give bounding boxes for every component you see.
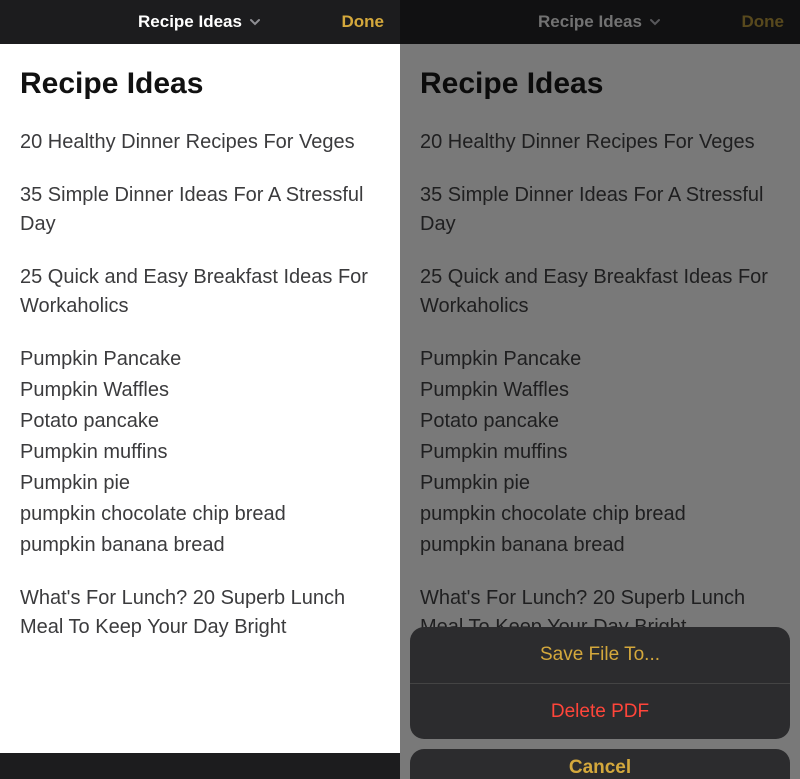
done-button[interactable]: Done (742, 12, 785, 32)
note-title: Recipe Ideas (420, 62, 780, 106)
toolbar (0, 753, 400, 779)
save-file-button[interactable]: Save File To... (410, 627, 790, 683)
note-paragraph: 35 Simple Dinner Ideas For A Stressful D… (420, 181, 780, 239)
list-item: Potato pancake (420, 407, 780, 436)
right-pane: Recipe Ideas Done Recipe Ideas 20 Health… (400, 0, 800, 779)
list-item: Pumpkin Waffles (20, 376, 380, 405)
note-paragraph: 20 Healthy Dinner Recipes For Veges (20, 128, 380, 157)
note-title: Recipe Ideas (20, 62, 380, 106)
chevron-down-icon (248, 15, 262, 29)
action-sheet-group: Save File To... Delete PDF (410, 627, 790, 739)
list-item: Potato pancake (20, 407, 380, 436)
list-item: Pumpkin muffins (20, 438, 380, 467)
nav-title: Recipe Ideas (538, 12, 642, 32)
nav-bar: Recipe Ideas Done (0, 0, 400, 44)
note-paragraph: 20 Healthy Dinner Recipes For Veges (420, 128, 780, 157)
nav-bar: Recipe Ideas Done (400, 0, 800, 44)
list-item: Pumpkin pie (420, 469, 780, 498)
note-list: Pumpkin Pancake Pumpkin Waffles Potato p… (20, 345, 380, 560)
delete-pdf-button[interactable]: Delete PDF (410, 683, 790, 739)
list-item: Pumpkin muffins (420, 438, 780, 467)
left-pane: Recipe Ideas Done Recipe Ideas 20 Health… (0, 0, 400, 779)
list-item: Pumpkin Pancake (420, 345, 780, 374)
list-item: Pumpkin pie (20, 469, 380, 498)
nav-title-dropdown[interactable]: Recipe Ideas (538, 12, 662, 32)
note-list: Pumpkin Pancake Pumpkin Waffles Potato p… (420, 345, 780, 560)
nav-title-dropdown[interactable]: Recipe Ideas (138, 12, 262, 32)
list-item: pumpkin banana bread (20, 531, 380, 560)
note-paragraph: 25 Quick and Easy Breakfast Ideas For Wo… (420, 263, 780, 321)
list-item: Pumpkin Pancake (20, 345, 380, 374)
note-paragraph: 25 Quick and Easy Breakfast Ideas For Wo… (20, 263, 380, 321)
note-paragraph: 35 Simple Dinner Ideas For A Stressful D… (20, 181, 380, 239)
nav-title: Recipe Ideas (138, 12, 242, 32)
note-paragraph: What's For Lunch? 20 Superb Lunch Meal T… (20, 584, 380, 642)
list-item: pumpkin chocolate chip bread (420, 500, 780, 529)
cancel-button[interactable]: Cancel (410, 749, 790, 779)
list-item: Pumpkin Waffles (420, 376, 780, 405)
list-item: pumpkin banana bread (420, 531, 780, 560)
chevron-down-icon (648, 15, 662, 29)
note-body[interactable]: Recipe Ideas 20 Healthy Dinner Recipes F… (0, 44, 400, 753)
list-item: pumpkin chocolate chip bread (20, 500, 380, 529)
done-button[interactable]: Done (342, 12, 385, 32)
action-sheet: Save File To... Delete PDF Cancel (410, 627, 790, 779)
